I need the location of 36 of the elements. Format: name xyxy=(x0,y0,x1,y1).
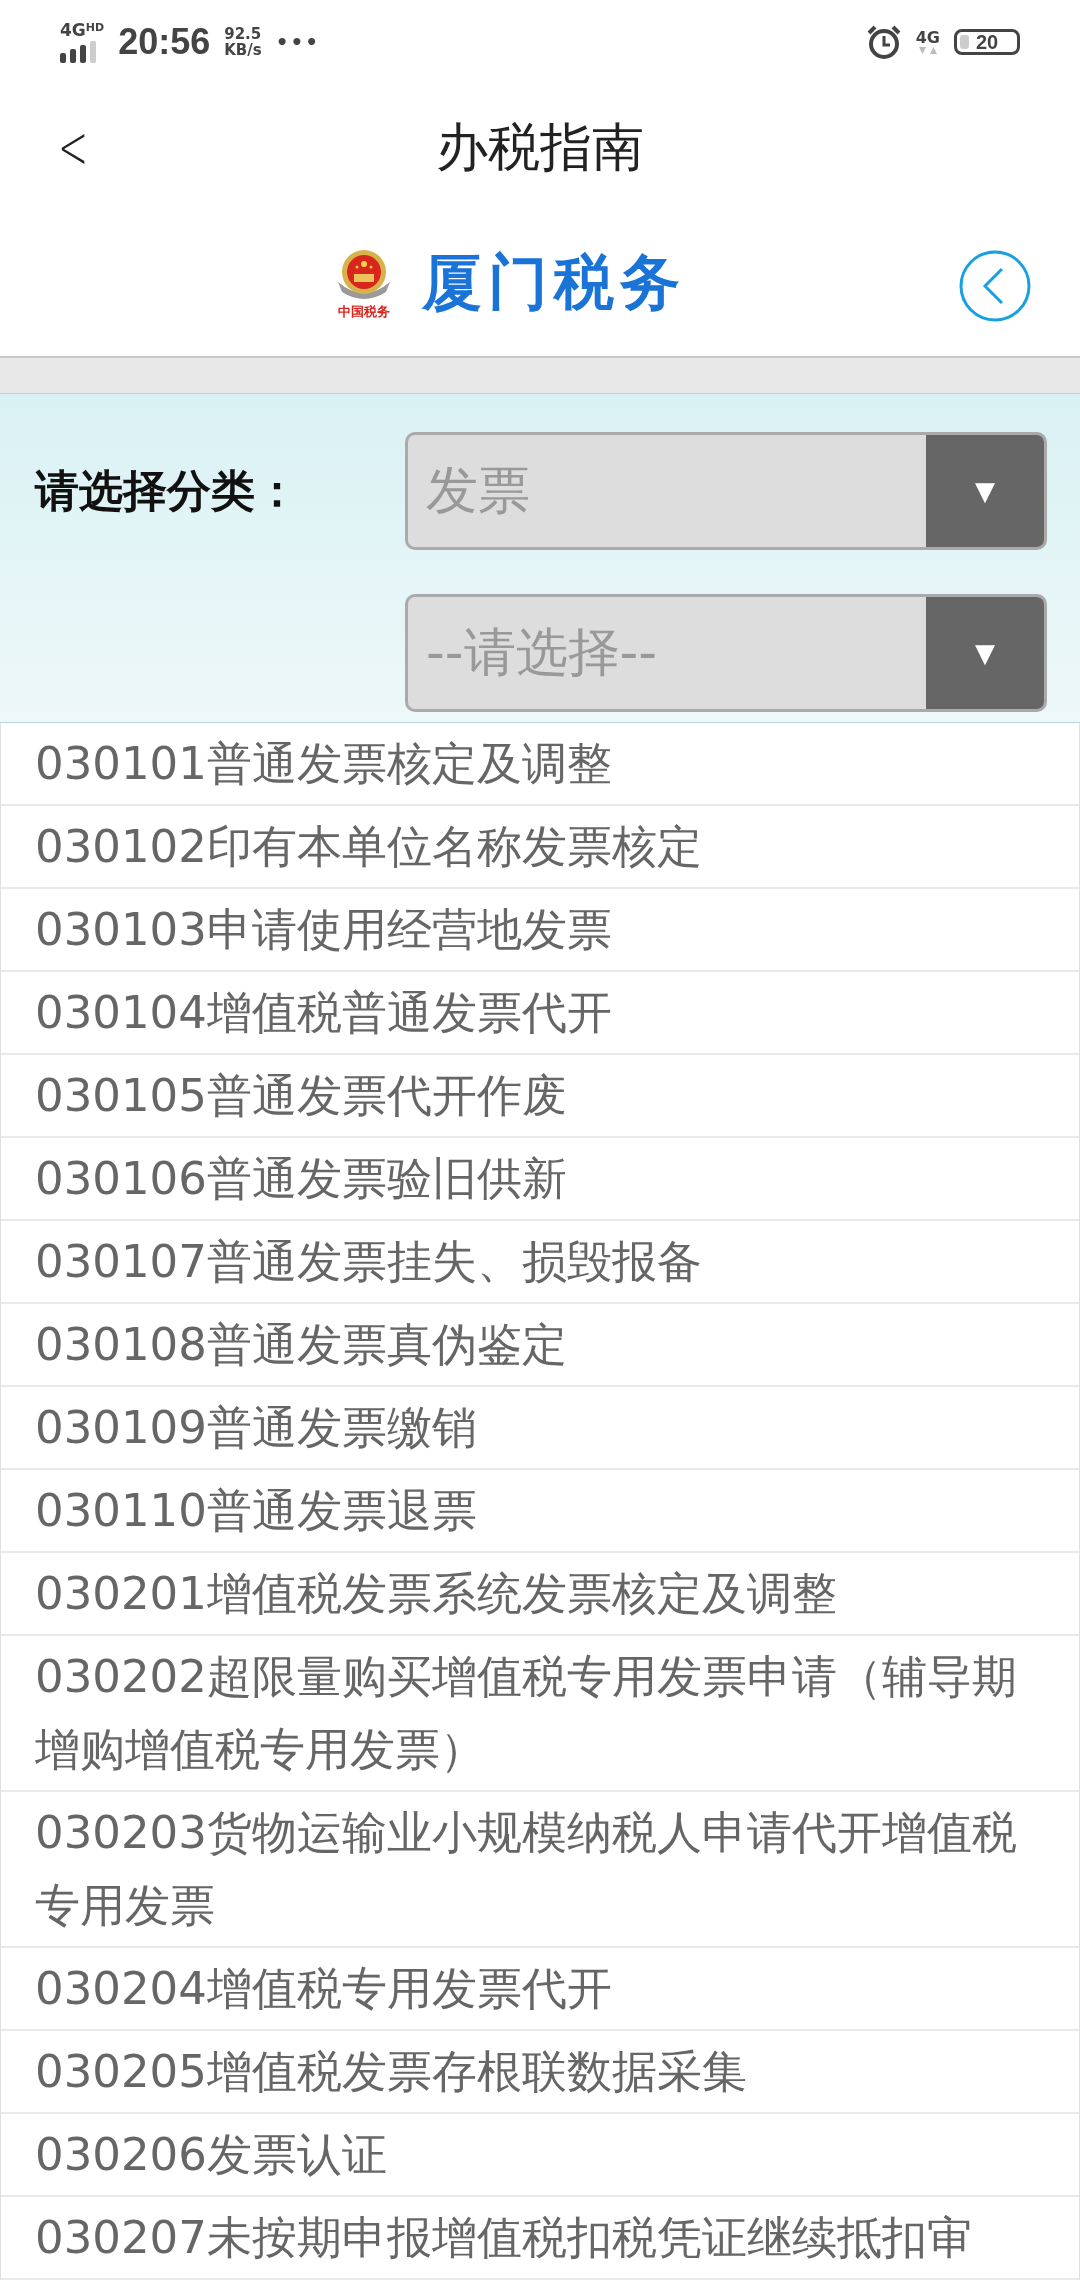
battery-icon: 20 xyxy=(954,29,1020,56)
guide-list-item[interactable]: 030105普通发票代开作废 xyxy=(1,1055,1079,1138)
back-button[interactable]: < xyxy=(58,112,89,183)
guide-list-item[interactable]: 030207未按期申报增值税扣税凭证继续抵扣审 xyxy=(1,2197,1079,2280)
guide-list-item[interactable]: 030201增值税发票系统发票核定及调整 xyxy=(1,1553,1079,1636)
guide-list-item[interactable]: 030104增值税普通发票代开 xyxy=(1,972,1079,1055)
signal-icon xyxy=(60,40,96,63)
speed-unit: KB/s xyxy=(224,42,262,59)
guide-list-item[interactable]: 030106普通发票验旧供新 xyxy=(1,1138,1079,1221)
guide-list-item[interactable]: 030206发票认证 xyxy=(1,2114,1079,2197)
emblem-caption: 中国税务 xyxy=(338,303,390,320)
guide-list-item[interactable]: 030108普通发票真伪鉴定 xyxy=(1,1304,1079,1387)
data-arrows-icon xyxy=(917,45,938,55)
brand-name: 厦门税务 xyxy=(422,245,686,319)
guide-list-item[interactable]: 030204增值税专用发票代开 xyxy=(1,1948,1079,2031)
guide-list-item[interactable]: 030109普通发票缴销 xyxy=(1,1387,1079,1470)
guide-list-item[interactable]: 030110普通发票退票 xyxy=(1,1470,1079,1553)
clock-time: 20:56 xyxy=(118,21,211,64)
guide-list-item[interactable]: 030205增值税发票存根联数据采集 xyxy=(1,2031,1079,2114)
back-circle-icon[interactable] xyxy=(958,249,1032,324)
category-dropdown[interactable]: --请选择-- ▼ xyxy=(405,594,1047,712)
guide-list-item[interactable]: 030202超限量购买增值税专用发票申请（辅导期增购增值税专用发票） xyxy=(1,1636,1079,1792)
speed-value: 92.5 xyxy=(224,25,262,43)
guide-list-item[interactable]: 030101普通发票核定及调整 xyxy=(1,723,1079,806)
network-hd-label: HD xyxy=(85,21,105,33)
more-dots: ••• xyxy=(275,30,321,55)
guide-list-item[interactable]: 030103申请使用经营地发票 xyxy=(1,889,1079,972)
guide-list-item[interactable]: 030107普通发票挂失、损毁报备 xyxy=(1,1221,1079,1304)
guide-list-item[interactable]: 030203货物运输业小规模纳税人申请代开增值税专用发票 xyxy=(1,1792,1079,1948)
category-dropdown[interactable]: 发票 ▼ xyxy=(405,432,1047,550)
alarm-icon xyxy=(865,24,902,61)
category-label: 请选择分类： xyxy=(35,463,299,518)
network-label: 4G xyxy=(60,21,86,39)
guide-list-item[interactable]: 030102印有本单位名称发票核定 xyxy=(1,806,1079,889)
page-title: 办税指南 xyxy=(436,115,644,179)
data-type-label: 4G xyxy=(915,29,940,46)
